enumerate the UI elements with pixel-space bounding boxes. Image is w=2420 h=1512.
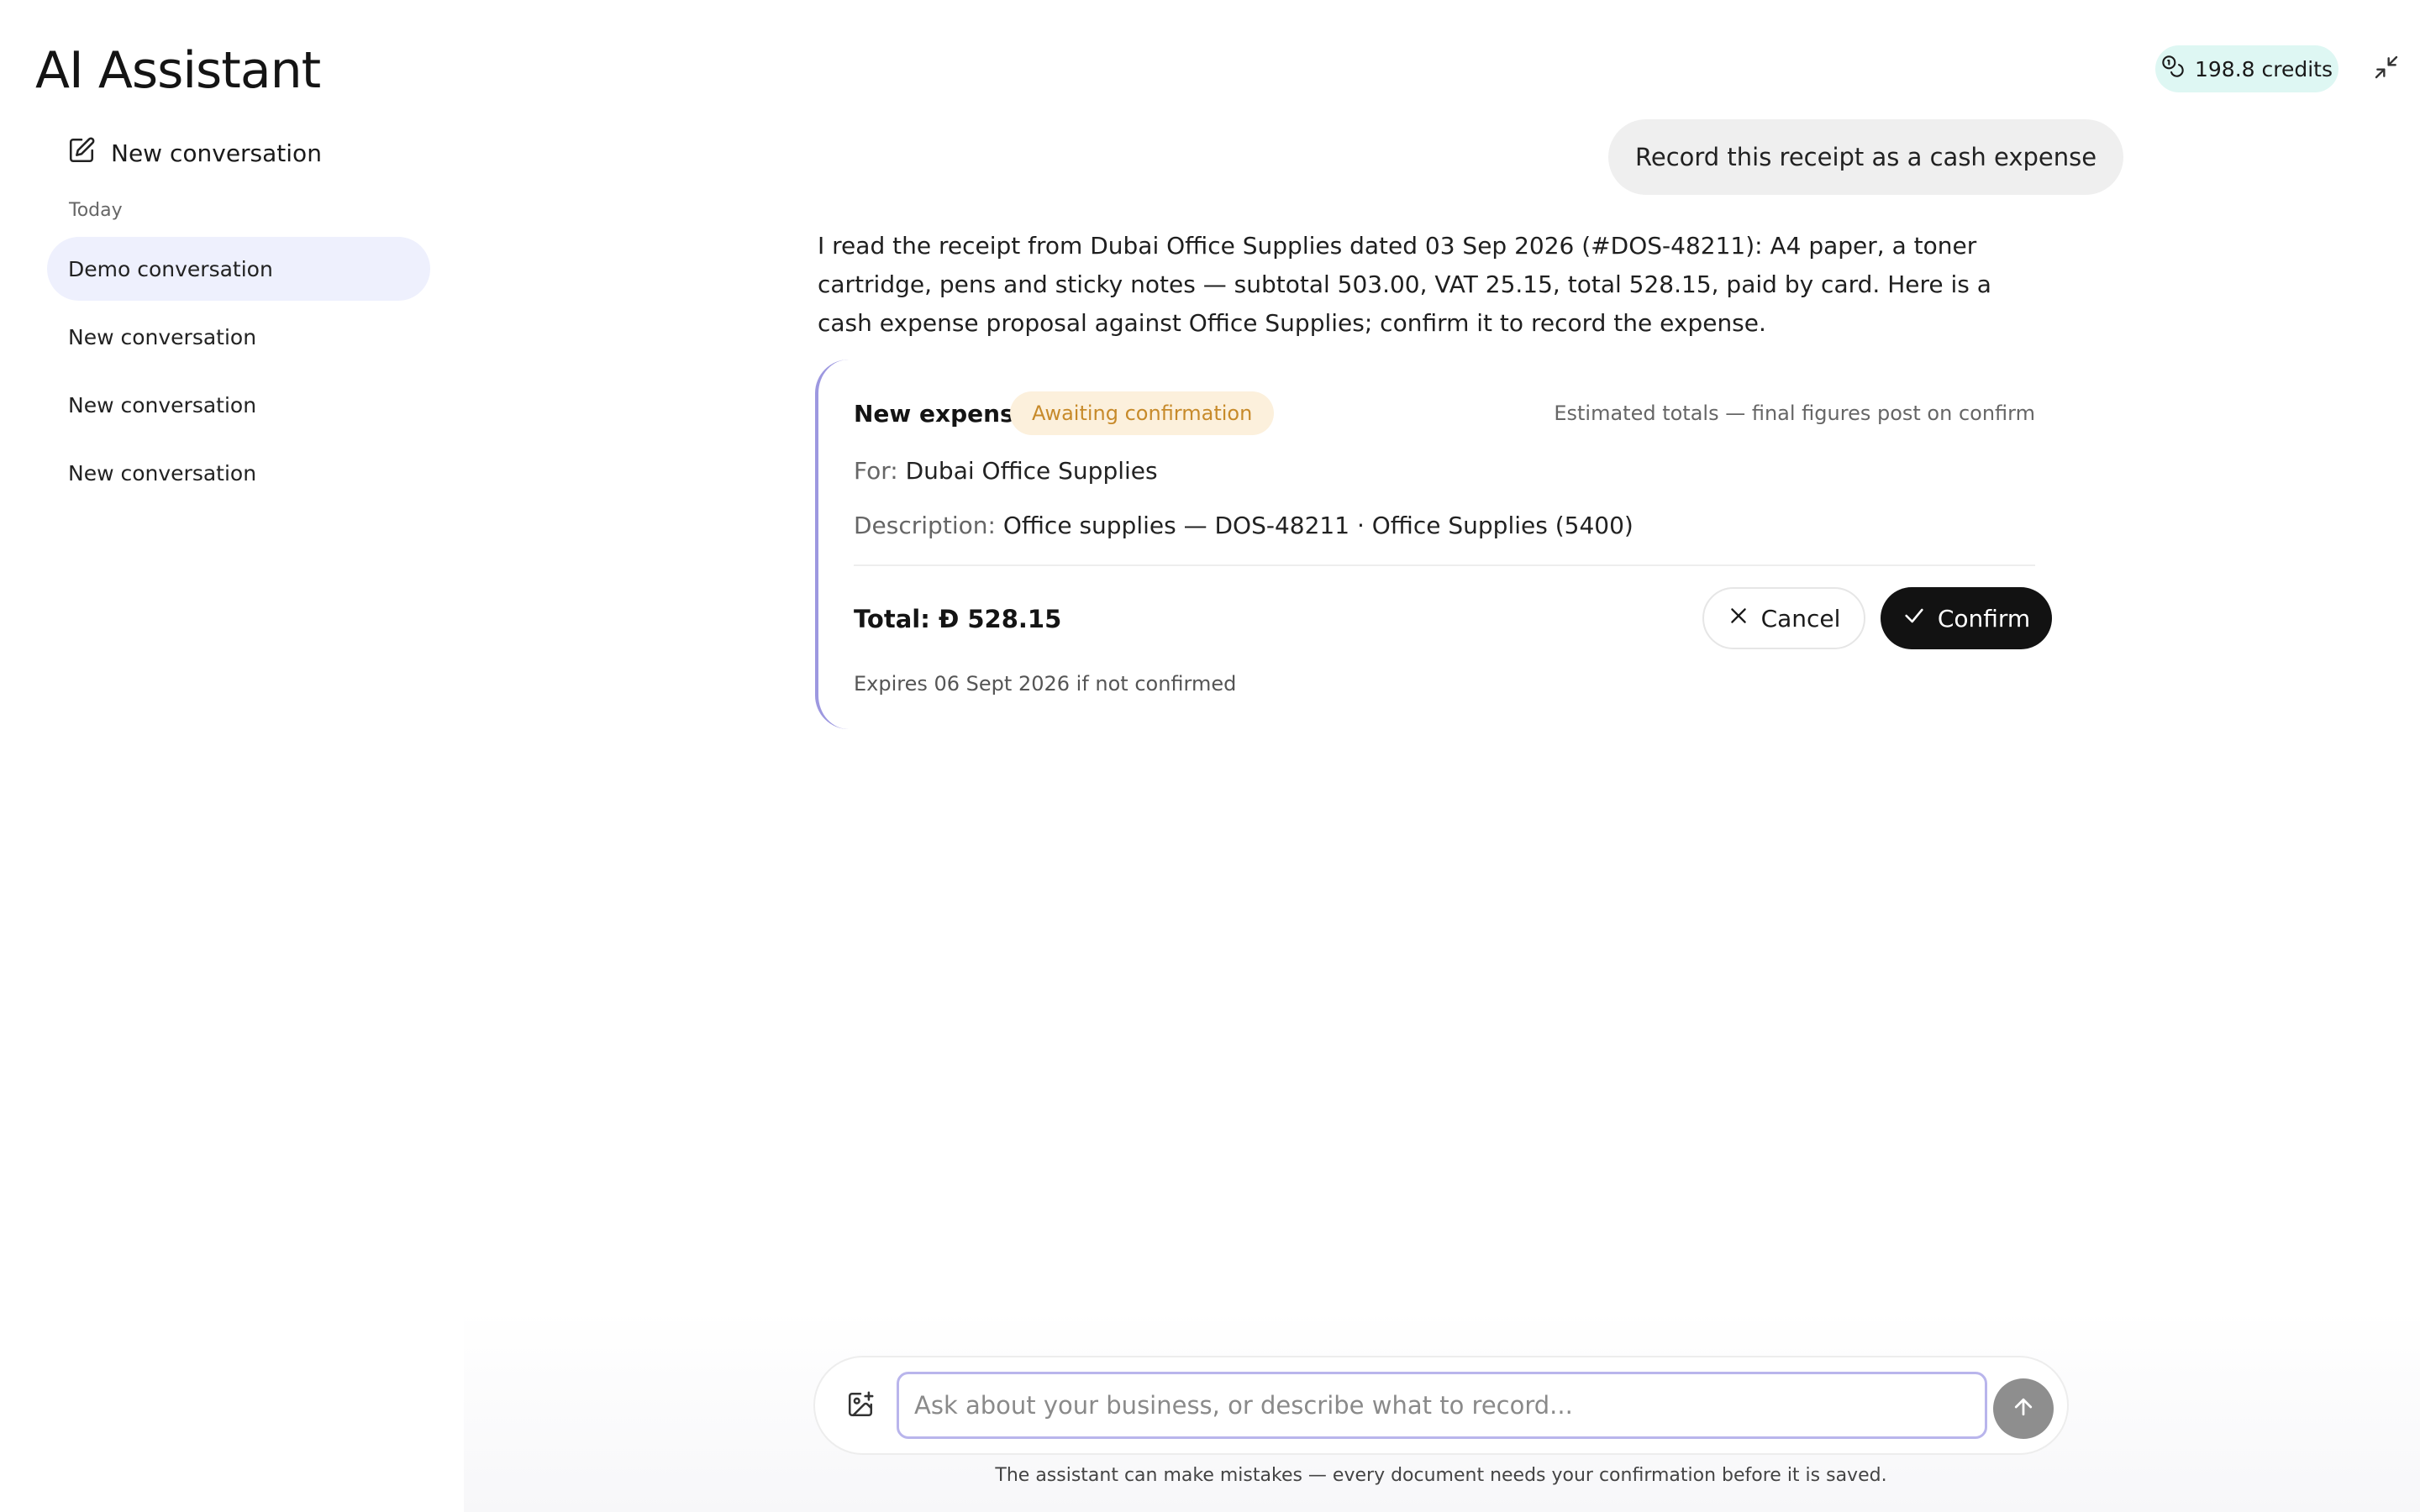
expiry-note: Expires 06 Sept 2026 if not confirmed bbox=[854, 672, 1237, 696]
image-plus-icon bbox=[846, 1390, 875, 1422]
sidebar-item-label: New conversation bbox=[68, 392, 257, 417]
page-title: AI Assistant bbox=[35, 41, 321, 100]
user-message: Record this receipt as a cash expense bbox=[1608, 119, 2124, 195]
check-icon bbox=[1902, 604, 1926, 633]
credits-badge[interactable]: 198.8 credits bbox=[2155, 45, 2338, 92]
divider bbox=[854, 564, 2035, 566]
arrow-up-icon bbox=[2011, 1394, 2036, 1423]
description-value: Office supplies — DOS-48211 · Office Sup… bbox=[1002, 512, 1634, 539]
edit-icon bbox=[67, 136, 96, 171]
confirm-button[interactable]: Confirm bbox=[1881, 587, 2052, 649]
minimize-button[interactable] bbox=[2370, 52, 2403, 86]
sidebar-item-new-conversation[interactable]: New conversation bbox=[47, 305, 430, 369]
coins-icon bbox=[2161, 55, 2185, 83]
new-conversation-label: New conversation bbox=[111, 139, 322, 167]
cancel-button[interactable]: Cancel bbox=[1702, 587, 1865, 649]
send-button[interactable] bbox=[1993, 1378, 2054, 1439]
sidebar-item-new-conversation[interactable]: New conversation bbox=[47, 373, 430, 437]
description-row: Description: Office supplies — DOS-48211… bbox=[854, 512, 1634, 539]
total: Total: Ð 528.15 bbox=[854, 605, 1061, 633]
total-label: Total: bbox=[854, 605, 930, 633]
disclaimer: The assistant can make mistakes — every … bbox=[995, 1465, 1887, 1486]
for-value: Dubai Office Supplies bbox=[905, 457, 1158, 485]
total-value: 528.15 bbox=[967, 605, 1062, 633]
confirm-label: Confirm bbox=[1937, 604, 2031, 633]
sidebar-item-demo-conversation[interactable]: Demo conversation bbox=[47, 237, 430, 301]
minimize-icon bbox=[2373, 54, 2400, 84]
credits-label: 198.8 credits bbox=[2194, 56, 2333, 81]
estimate-note: Estimated totals — final figures post on… bbox=[1554, 402, 2035, 425]
for-row: For: Dubai Office Supplies bbox=[854, 457, 1158, 485]
card-title: New expense bbox=[854, 400, 1030, 428]
sidebar-item-label: Demo conversation bbox=[68, 256, 273, 281]
description-label: Description: bbox=[854, 512, 996, 539]
new-conversation-button[interactable]: New conversation bbox=[67, 136, 322, 170]
currency-symbol: Ð bbox=[938, 605, 960, 633]
sidebar-item-label: New conversation bbox=[68, 460, 257, 486]
sidebar-item-new-conversation[interactable]: New conversation bbox=[47, 441, 430, 505]
sidebar-section-label: Today bbox=[69, 200, 123, 221]
close-icon bbox=[1728, 605, 1749, 633]
attach-image-button[interactable] bbox=[842, 1388, 879, 1425]
status-badge: Awaiting confirmation bbox=[1010, 391, 1275, 435]
for-label: For: bbox=[854, 457, 898, 485]
cancel-label: Cancel bbox=[1760, 604, 1841, 633]
expense-proposal-card: New expense Awaiting confirmation Estima… bbox=[815, 360, 2052, 729]
message-input[interactable] bbox=[897, 1372, 1987, 1439]
sidebar-item-label: New conversation bbox=[68, 324, 257, 349]
assistant-message: I read the receipt from Dubai Office Sup… bbox=[818, 232, 1991, 337]
